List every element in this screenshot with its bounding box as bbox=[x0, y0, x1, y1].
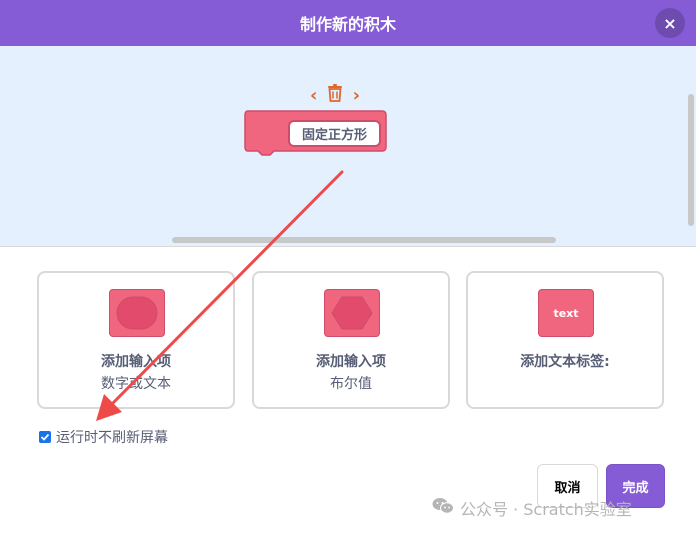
block-name-input[interactable]: 固定正方形 bbox=[288, 120, 381, 147]
trash-icon[interactable] bbox=[327, 83, 343, 107]
card-sublabel: 数字或文本 bbox=[101, 376, 171, 392]
block-preview-workspace: ‹ › 固定正方形 bbox=[0, 46, 696, 247]
run-without-refresh-checkbox[interactable] bbox=[39, 431, 51, 443]
card-label: 添加输入项 bbox=[316, 354, 386, 370]
horizontal-scrollbar[interactable] bbox=[172, 237, 556, 243]
move-right-icon[interactable]: › bbox=[353, 85, 360, 106]
card-label: 添加输入项 bbox=[101, 354, 171, 370]
close-button[interactable]: × bbox=[655, 8, 685, 38]
wechat-icon bbox=[432, 497, 454, 519]
custom-block-preview: 固定正方形 bbox=[244, 110, 387, 156]
close-icon: × bbox=[663, 13, 677, 33]
checkmark-icon bbox=[40, 433, 50, 441]
add-boolean-input-card[interactable]: 添加输入项 布尔值 bbox=[252, 271, 450, 409]
vertical-scrollbar[interactable] bbox=[688, 94, 694, 226]
dialog-header: 制作新的积木 × bbox=[0, 0, 696, 46]
card-label: 添加文本标签: bbox=[520, 354, 610, 370]
round-input-icon bbox=[109, 289, 165, 337]
dialog-title: 制作新的积木 bbox=[299, 15, 396, 34]
run-without-refresh-row[interactable]: 运行时不刷新屏幕 bbox=[39, 427, 168, 447]
block-edit-tools: ‹ › bbox=[310, 83, 360, 107]
run-without-refresh-label: 运行时不刷新屏幕 bbox=[56, 430, 168, 446]
move-left-icon[interactable]: ‹ bbox=[310, 85, 317, 106]
card-sublabel: 布尔值 bbox=[330, 376, 372, 392]
text-label-icon: text bbox=[538, 289, 594, 337]
hexagon-input-icon bbox=[324, 289, 380, 337]
add-text-label-card[interactable]: text 添加文本标签: bbox=[466, 271, 664, 409]
watermark: 公众号 · Scratch实验室 bbox=[432, 496, 632, 520]
watermark-text: 公众号 · Scratch实验室 bbox=[460, 500, 632, 519]
add-number-text-input-card[interactable]: 添加输入项 数字或文本 bbox=[37, 271, 235, 409]
